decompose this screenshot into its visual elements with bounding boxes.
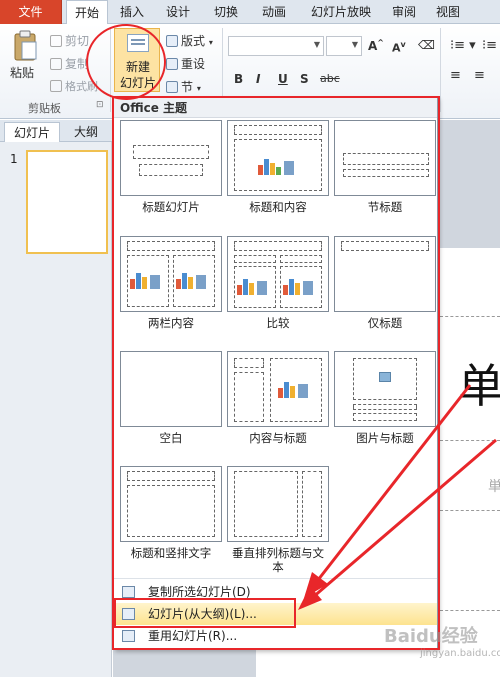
annotation-arrows [298, 384, 497, 610]
watermark: Baidu经验 [384, 626, 478, 647]
watermark-url: jingyan.baidu.com [420, 648, 500, 659]
